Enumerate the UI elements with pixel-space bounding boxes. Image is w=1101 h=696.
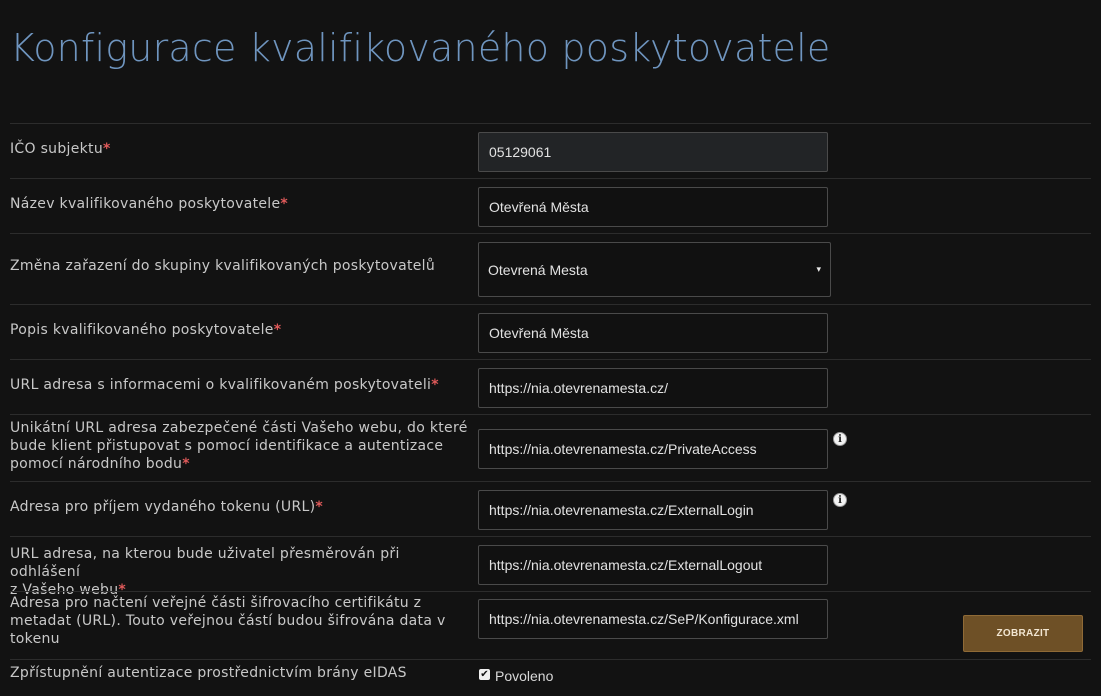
row-name: Název kvalifikovaného poskytovatele* Ote… [10,178,1091,233]
required-mark: * [103,141,111,157]
chevron-down-icon: ▾ [816,264,821,274]
private-url-label: Unikátní URL adresa zabezpečené části Va… [10,420,468,472]
token-url-label: Adresa pro příjem vydaného tokenu (URL)* [10,499,323,515]
info-url-label: URL adresa s informacemi o kvalifikované… [10,377,439,393]
token-url-input[interactable]: https://nia.otevrenamesta.cz/ExternalLog… [478,490,828,530]
eidas-checkbox[interactable]: ✔ [479,669,490,680]
row-eidas: Zpřístupnění autentizace prostřednictvím… [10,659,1091,695]
cert-url-input[interactable]: https://nia.otevrenamesta.cz/SeP/Konfigu… [478,599,828,639]
row-ico: IČO subjektu* 05129061 [10,123,1091,178]
group-select-value: Otevrená Mesta [488,261,588,278]
eidas-checkbox-label[interactable]: Povoleno [495,668,553,684]
provider-config-form: IČO subjektu* 05129061 Název kvalifikova… [10,123,1091,695]
info-icon[interactable]: i [833,432,847,446]
description-input[interactable]: Otevřená Města [478,313,828,353]
required-mark: * [280,196,289,212]
ico-label: IČO subjektu* [10,141,111,157]
logout-url-input[interactable]: https://nia.otevrenamesta.cz/ExternalLog… [478,545,828,585]
row-info-url: URL adresa s informacemi o kvalifikované… [10,359,1091,414]
page-title: Konfigurace kvalifikovaného poskytovatel… [10,26,831,70]
required-mark: * [315,499,323,515]
group-label: Změna zařazení do skupiny kvalifikovanýc… [10,258,436,274]
eidas-label: Zpřístupnění autentizace prostřednictvím… [10,665,407,681]
cert-url-label: Adresa pro načtení veřejné části šifrova… [10,595,446,647]
info-url-input[interactable]: https://nia.otevrenamesta.cz/ [478,368,828,408]
row-group: Změna zařazení do skupiny kvalifikovanýc… [10,233,1091,304]
row-cert-url: Adresa pro načtení veřejné části šifrova… [10,591,1091,659]
group-select[interactable]: Otevrená Mesta ▾ [478,242,831,297]
info-icon[interactable]: i [833,493,847,507]
required-mark: * [182,456,190,472]
required-mark: * [273,322,282,338]
private-url-input[interactable]: https://nia.otevrenamesta.cz/PrivateAcce… [478,429,828,469]
name-label: Název kvalifikovaného poskytovatele* [10,196,289,212]
show-button[interactable]: ZOBRAZIT [963,615,1083,652]
ico-input[interactable]: 05129061 [478,132,828,172]
row-description: Popis kvalifikovaného poskytovatele* Ote… [10,304,1091,359]
name-input[interactable]: Otevřená Města [478,187,828,227]
row-private-url: Unikátní URL adresa zabezpečené části Va… [10,414,1091,481]
row-logout-url: URL adresa, na kterou bude uživatel přes… [10,536,1091,598]
required-mark: * [431,377,439,393]
description-label: Popis kvalifikovaného poskytovatele* [10,322,282,338]
row-token-url: Adresa pro příjem vydaného tokenu (URL)*… [10,481,1091,536]
